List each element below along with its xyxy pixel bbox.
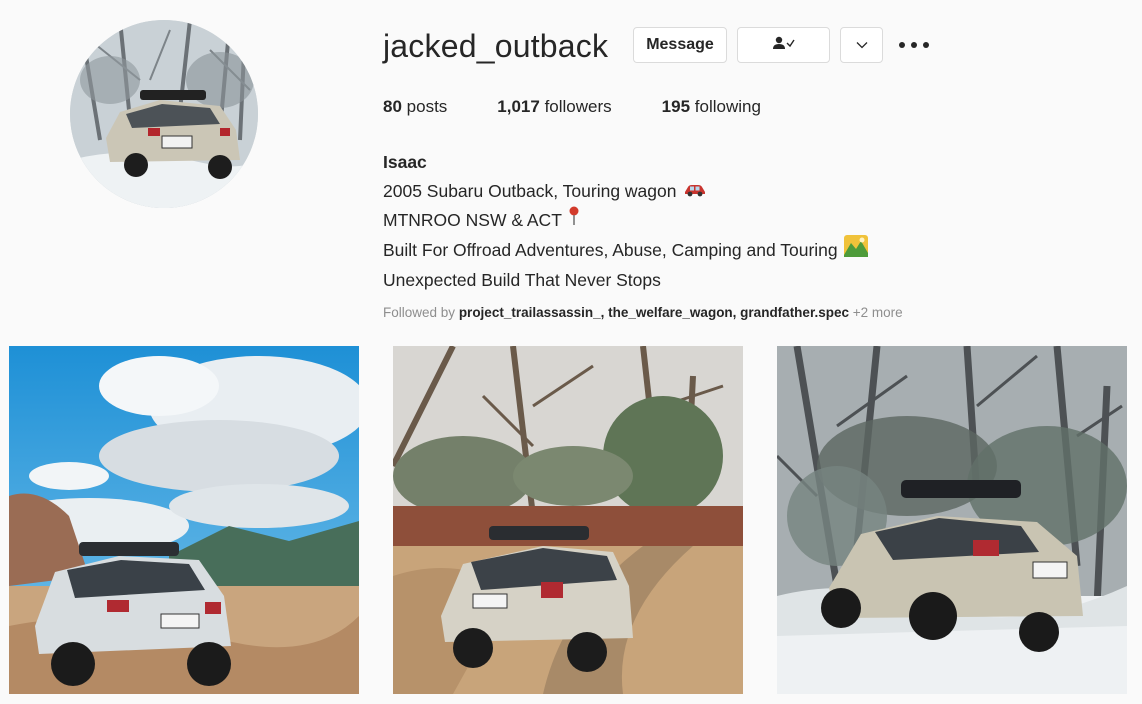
followers-link[interactable]: 1,017 followers (497, 97, 611, 117)
profile-stats: 80 posts 1,017 followers 195 following (383, 97, 811, 117)
bio-line: Built For Offroad Adventures, Abuse, Cam… (383, 235, 868, 266)
followed-by[interactable]: Followed by project_trailassassin_, the_… (383, 305, 903, 320)
profile-bio: Isaac 2005 Subaru Outback, Touring wagon… (383, 148, 868, 295)
post-thumbnail[interactable] (777, 346, 1127, 694)
following-button[interactable] (737, 27, 830, 63)
pushpin-icon (568, 206, 580, 235)
profile-page: jacked_outback Message 80 posts 1,017 fo… (0, 0, 1142, 704)
bio-line: 2005 Subaru Outback, Touring wagon (383, 177, 868, 206)
bio-line: Unexpected Build That Never Stops (383, 270, 661, 290)
chevron-down-icon (856, 36, 868, 54)
following-link[interactable]: 195 following (662, 97, 761, 117)
posts-count: 80 posts (383, 97, 448, 116)
person-check-icon (772, 36, 795, 55)
car-icon (683, 177, 707, 206)
post-thumbnail[interactable] (393, 346, 743, 694)
profile-full-name: Isaac (383, 152, 427, 172)
national-park-icon (843, 235, 868, 266)
more-dots-icon[interactable] (899, 36, 929, 54)
suggested-accounts-button[interactable] (840, 27, 883, 63)
post-thumbnail[interactable] (9, 346, 359, 694)
bio-line: MTNROO NSW & ACT (383, 206, 868, 235)
avatar[interactable] (70, 20, 258, 208)
message-button[interactable]: Message (633, 27, 727, 63)
profile-username: jacked_outback (383, 28, 609, 64)
